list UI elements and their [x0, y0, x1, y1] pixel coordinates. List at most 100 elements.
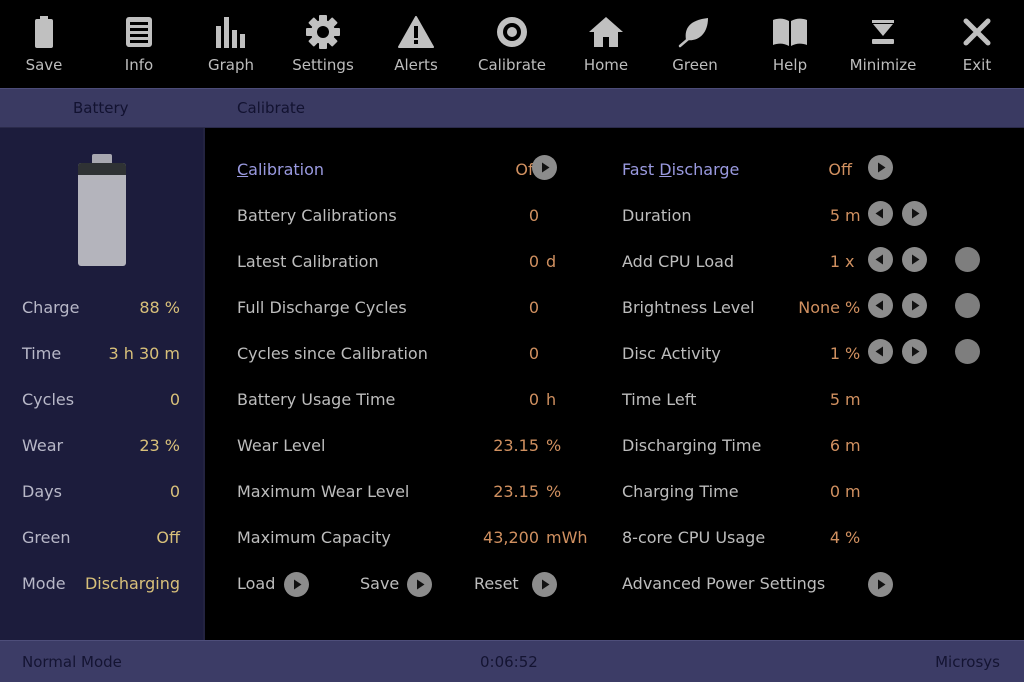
fast-discharge-link[interactable]: Fast Discharge: [622, 160, 739, 179]
row-label: Full Discharge Cycles: [237, 298, 407, 317]
row-label: 8-core CPU Usage: [622, 528, 766, 547]
row-unit: %: [546, 436, 562, 455]
calibrate-section-title: Calibrate: [237, 99, 305, 117]
row-value: 0: [528, 298, 539, 317]
row-label: Battery Calibrations: [237, 206, 397, 225]
stat-wear: Wear 23 %: [22, 436, 180, 460]
toolbar-exit-button[interactable]: Exit: [932, 0, 1022, 88]
row-unit: m: [845, 482, 861, 501]
stat-value: 0: [169, 390, 180, 409]
toolbar-info-label: Info: [124, 56, 154, 74]
row-unit: %: [845, 298, 861, 317]
row-label: Discharging Time: [622, 436, 762, 455]
stat-value: 3 h 30 m: [108, 344, 180, 363]
title-accesskey: D: [659, 160, 672, 179]
home-icon: [586, 14, 626, 50]
row-value: 23.15: [493, 436, 539, 455]
stat-label: Mode: [22, 574, 66, 593]
toolbar-save-label: Save: [25, 56, 63, 74]
title-rest: alibration: [248, 160, 325, 179]
calibration-link[interactable]: Calibration: [237, 160, 324, 179]
row-label: Brightness Level: [622, 298, 755, 317]
stat-label: Wear: [22, 436, 64, 455]
toolbar-settings-button[interactable]: Settings: [278, 0, 368, 88]
toolbar-exit-label: Exit: [962, 56, 992, 74]
decrease-button[interactable]: [868, 201, 893, 226]
decrease-button[interactable]: [868, 293, 893, 318]
increase-button[interactable]: [902, 293, 927, 318]
toolbar-info-button[interactable]: Info: [94, 0, 184, 88]
row-label: Cycles since Calibration: [237, 344, 428, 363]
fast-discharge-row: Duration 5 m: [622, 206, 862, 230]
row-label: Charging Time: [622, 482, 739, 501]
row-value: 1: [829, 252, 840, 271]
fast-discharge-row: Add CPU Load 1 x: [622, 252, 862, 276]
toolbar-minimize-label: Minimize: [849, 56, 917, 74]
increase-button[interactable]: [902, 201, 927, 226]
toolbar-green-button[interactable]: Green: [650, 0, 740, 88]
toolbar-save-button[interactable]: Save: [0, 0, 89, 88]
toolbar-help-label: Help: [772, 56, 808, 74]
row-unit: x: [845, 252, 855, 271]
row-value: 0: [829, 482, 840, 501]
calibration-header-row: Calibration Off: [237, 160, 577, 184]
fast-discharge-row: Discharging Time 6 m: [622, 436, 862, 460]
warning-icon: [396, 14, 436, 50]
play-icon: [542, 162, 550, 173]
toolbar-help-button[interactable]: Help: [745, 0, 835, 88]
save-button[interactable]: [407, 572, 432, 597]
toolbar-calibrate-button[interactable]: Calibrate: [467, 0, 557, 88]
row-label: Time Left: [622, 390, 697, 409]
row-value: 0: [528, 344, 539, 363]
increase-button[interactable]: [902, 339, 927, 364]
enable-toggle[interactable]: [955, 247, 980, 272]
play-icon: [542, 579, 550, 590]
row-label: Battery Usage Time: [237, 390, 396, 409]
stat-value: Discharging: [84, 574, 180, 593]
row-unit: mWh: [546, 528, 588, 547]
stat-label: Charge: [22, 298, 80, 317]
toolbar-green-label: Green: [672, 56, 718, 74]
row-label: Duration: [622, 206, 692, 225]
toolbar: Save Info Graph Settings Alerts Calibrat…: [0, 0, 1024, 88]
reset-button[interactable]: [532, 572, 557, 597]
advanced-power-settings-label: Advanced Power Settings: [622, 574, 826, 593]
title-rest: ischarge: [671, 160, 740, 179]
title-accesskey: C: [237, 160, 249, 179]
toolbar-minimize-button[interactable]: Minimize: [838, 0, 928, 88]
row-unit: %: [845, 528, 861, 547]
toolbar-graph-button[interactable]: Graph: [186, 0, 276, 88]
play-icon: [878, 162, 886, 173]
section-header: Battery Calibrate: [0, 88, 1024, 128]
battery-sidebar: Charge 88 % Time 3 h 30 m Cycles 0 Wear 23 %…: [0, 128, 205, 640]
load-button[interactable]: [284, 572, 309, 597]
decrease-button[interactable]: [868, 339, 893, 364]
stat-value: 88 %: [139, 298, 180, 317]
stat-label: Days: [22, 482, 62, 501]
enable-toggle[interactable]: [955, 339, 980, 364]
toolbar-home-label: Home: [583, 56, 629, 74]
row-value: 6: [829, 436, 840, 455]
row-value: 0: [528, 206, 539, 225]
row-unit: %: [546, 482, 562, 501]
target-icon: [492, 14, 532, 50]
toolbar-home-button[interactable]: Home: [561, 0, 651, 88]
decrease-button[interactable]: [868, 247, 893, 272]
document-icon: [119, 14, 159, 50]
increase-button[interactable]: [902, 247, 927, 272]
enable-toggle[interactable]: [955, 293, 980, 318]
save-label: Save: [360, 574, 400, 593]
status-brand: Microsys: [935, 653, 1000, 671]
status-bar: Normal Mode 0:06:52 Microsys: [0, 640, 1024, 682]
fast-discharge-start-button[interactable]: [868, 155, 893, 180]
toolbar-calibrate-label: Calibrate: [478, 56, 546, 74]
advanced-power-settings-button[interactable]: [868, 572, 893, 597]
row-label: Maximum Wear Level: [237, 482, 410, 501]
toolbar-alerts-button[interactable]: Alerts: [371, 0, 461, 88]
stat-cycles: Cycles 0: [22, 390, 180, 414]
calibration-row: Battery Usage Time 0 h: [237, 390, 577, 414]
row-unit: m: [845, 436, 861, 455]
row-value: None: [798, 298, 840, 317]
calibration-start-button[interactable]: [532, 155, 557, 180]
row-value: 43,200: [483, 528, 539, 547]
